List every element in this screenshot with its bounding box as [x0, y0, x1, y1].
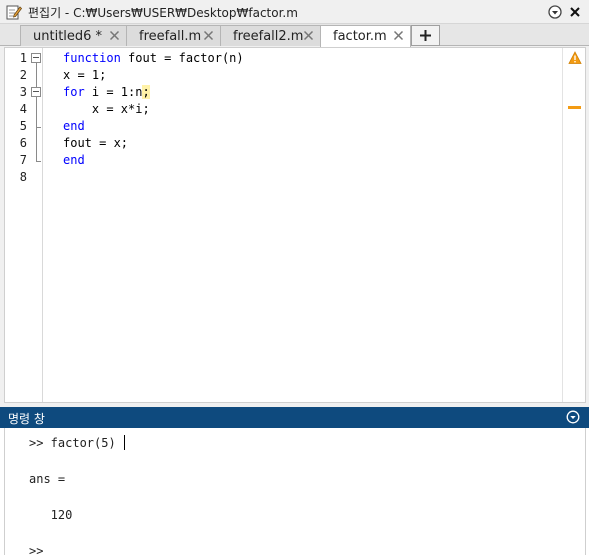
tab-label: freefall.m	[139, 29, 202, 44]
tab-factor[interactable]: factor.m	[320, 25, 411, 47]
command-window-body[interactable]: >> factor(5) ans = 120 fx >>	[4, 428, 586, 555]
warning-line-marker[interactable]	[568, 106, 581, 109]
line-number-gutter: 1 2 3 4 5 6 7 8	[5, 48, 43, 402]
fold-end-marker	[36, 127, 41, 128]
fold-toggle-function[interactable]	[31, 53, 41, 63]
command-window-actions-icon[interactable]	[566, 410, 580, 424]
code-line[interactable]: end	[63, 119, 85, 133]
code-line[interactable]: function fout = factor(n)	[63, 51, 244, 65]
code-text: x = 1;	[63, 68, 107, 82]
tab-close-icon[interactable]	[109, 30, 120, 41]
fold-end-marker	[36, 161, 41, 162]
tab-untitled6[interactable]: untitled6 *	[20, 25, 127, 46]
line-number: 1	[19, 51, 27, 65]
tab-close-icon[interactable]	[303, 30, 314, 41]
line-number: 8	[19, 170, 27, 184]
tab-label: untitled6 *	[33, 29, 103, 44]
code-warning-highlight: ;	[142, 85, 150, 99]
matlab-window: 편집기 - C:₩Users₩USER₩Desktop₩factor.m unt…	[0, 0, 589, 555]
command-history-line: >> factor(5)	[29, 436, 116, 450]
line-number: 3	[19, 85, 27, 99]
line-number: 6	[19, 136, 27, 150]
code-keyword: end	[63, 119, 85, 133]
code-text: x = x*i;	[63, 102, 150, 116]
output-line: 120	[29, 508, 73, 522]
line-number: 2	[19, 68, 27, 82]
editor-pencil-icon	[6, 5, 22, 20]
line-number: 7	[19, 153, 27, 167]
output-line: ans =	[29, 472, 66, 486]
new-tab-button[interactable]	[411, 25, 440, 46]
tab-close-icon[interactable]	[203, 30, 214, 41]
fold-guide-line	[36, 63, 37, 162]
command-window-header: 명령 창	[0, 407, 589, 428]
command-prompt[interactable]: >>	[29, 544, 43, 555]
editor-title-bar: 편집기 - C:₩Users₩USER₩Desktop₩factor.m	[0, 0, 589, 24]
code-editor[interactable]: 1 2 3 4 5 6 7 8 function fout = factor(n…	[4, 47, 586, 403]
code-text: i = 1:n	[84, 85, 143, 99]
code-line[interactable]: for i = 1:n;	[63, 85, 150, 99]
code-keyword: end	[63, 153, 85, 167]
tab-label: freefall2.m	[233, 29, 304, 44]
command-window-title: 명령 창	[8, 412, 45, 426]
code-text: fout = factor(n)	[120, 51, 244, 65]
line-number: 5	[19, 119, 27, 133]
warning-triangle-icon[interactable]	[568, 51, 582, 65]
text-caret	[124, 435, 125, 450]
code-line[interactable]: fout = x;	[63, 136, 128, 150]
tab-close-icon[interactable]	[393, 30, 404, 41]
code-line[interactable]: x = 1;	[63, 68, 106, 82]
code-keyword: function	[63, 51, 121, 65]
editor-tab-bar: untitled6 * freefall.m freefall2.m facto…	[0, 24, 589, 47]
line-number: 4	[19, 102, 27, 116]
tab-label: factor.m	[333, 29, 387, 44]
code-keyword: for	[63, 85, 85, 99]
tab-freefall[interactable]: freefall.m	[126, 25, 221, 46]
code-line[interactable]: end	[63, 153, 85, 167]
editor-window-title: 편집기 - C:₩Users₩USER₩Desktop₩factor.m	[28, 6, 298, 20]
tab-freefall2[interactable]: freefall2.m	[220, 25, 321, 46]
editor-close-icon[interactable]	[567, 4, 583, 20]
code-text: fout = x;	[63, 136, 129, 150]
editor-actions-menu-icon[interactable]	[547, 4, 563, 20]
command-window: 명령 창 >> factor(5) ans = 120 fx >>	[0, 407, 589, 555]
plus-icon	[420, 30, 431, 41]
code-line[interactable]: x = x*i;	[63, 102, 150, 116]
code-analyzer-strip	[562, 48, 585, 402]
fold-toggle-for[interactable]	[31, 87, 41, 97]
